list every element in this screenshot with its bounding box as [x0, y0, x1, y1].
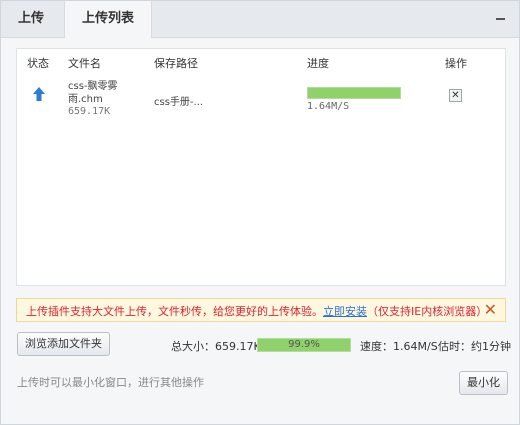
upload-window: 上传 上传列表 状态 文件名 保存路径 进度 操作 css-飘零雾雨.chm 6… — [0, 0, 520, 425]
minimize-hint: 上传时可以最小化窗口，进行其他操作 — [17, 376, 204, 389]
tab-upload-list[interactable]: 上传列表 — [64, 1, 152, 38]
notice-note: （仅支持IE内核浏览器） — [367, 305, 488, 318]
header-status: 状态 — [27, 57, 49, 70]
tab-upload[interactable]: 上传 — [18, 1, 44, 37]
file-speed: 1.64M/S — [307, 101, 350, 112]
file-progress-bar — [307, 87, 401, 99]
total-size: 总大小：659.17K — [171, 340, 261, 353]
minimize-button[interactable]: 最小化 — [459, 371, 508, 395]
plugin-notice: 上传插件支持大文件上传，文件秒传，给您更好的上传体验。立即安装（仅支持IE内核浏… — [16, 298, 506, 322]
upload-speed: 速度：1.64M/S — [360, 340, 438, 353]
upload-arrow-icon — [33, 87, 45, 101]
header-progress: 进度 — [307, 57, 329, 70]
estimated-time: 估时：约1分钟 — [438, 340, 511, 353]
table-header: 状态 文件名 保存路径 进度 操作 — [17, 55, 505, 75]
total-progress-text: 99.9% — [288, 339, 320, 350]
file-size: 659.17K — [68, 106, 111, 117]
header-save-path: 保存路径 — [154, 57, 198, 70]
notice-text: 上传插件支持大文件上传，文件秒传，给您更好的上传体验。 — [26, 305, 323, 318]
notice-message: 上传插件支持大文件上传，文件秒传，给您更好的上传体验。立即安装（仅支持IE内核浏… — [26, 303, 487, 319]
tab-bar: 上传 上传列表 — [1, 1, 519, 38]
table-row: css-飘零雾雨.chm 659.17K css手册-... 1.64M/S ✕ — [17, 75, 505, 119]
install-link[interactable]: 立即安装 — [323, 305, 367, 318]
minus-icon[interactable] — [496, 18, 505, 20]
close-icon[interactable]: ✕ — [449, 89, 462, 102]
upload-list-panel: 状态 文件名 保存路径 进度 操作 css-飘零雾雨.chm 659.17K c… — [16, 48, 506, 286]
header-action: 操作 — [445, 57, 467, 70]
file-name: css-飘零雾雨.chm — [68, 81, 118, 105]
browse-add-folder-button[interactable]: 浏览添加文件夹 — [17, 332, 110, 356]
file-progress-fill — [308, 88, 400, 98]
total-progress-bar: 99.9% — [257, 338, 351, 352]
header-filename: 文件名 — [68, 57, 101, 70]
close-icon[interactable]: ✕ — [484, 300, 497, 319]
save-path: css手册-... — [154, 97, 204, 108]
